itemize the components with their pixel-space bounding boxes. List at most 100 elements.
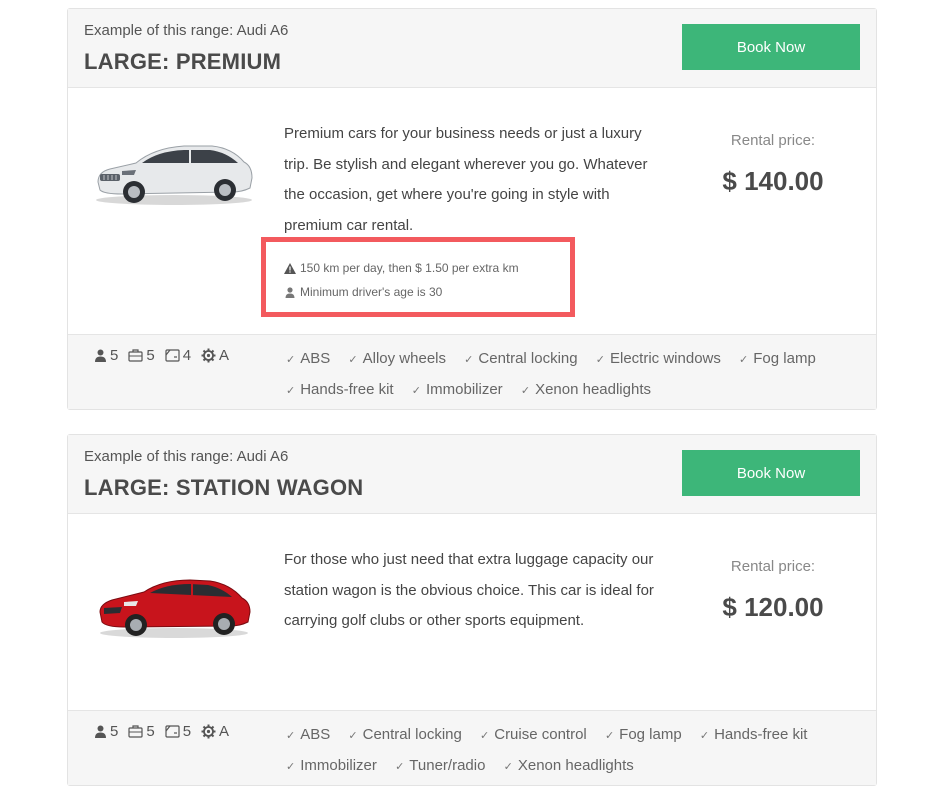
feature-label: Xenon headlights	[535, 381, 651, 398]
check-icon: ✓	[595, 354, 605, 366]
car-class-title: LARGE: STATION WAGON	[84, 475, 364, 500]
feature-label: Xenon headlights	[517, 757, 634, 774]
check-icon: ✓	[699, 730, 710, 742]
feature-label: Immobilizer	[300, 757, 377, 774]
luggage-count: 5	[146, 347, 155, 364]
feature-label: Tuner/radio	[409, 757, 486, 774]
card-header: Example of this range: Audi A6 LARGE: ST…	[68, 435, 876, 514]
car-image	[99, 579, 251, 638]
rental-notes: 150 km per day, then $ 1.50 per extra km…	[284, 256, 519, 304]
check-icon: ✓	[348, 730, 358, 742]
warning-icon	[284, 262, 296, 274]
doors-spec: 4	[165, 347, 191, 364]
feature-label: ABS	[300, 726, 331, 743]
car-specs: 5 5 5 A	[94, 723, 239, 740]
feature-label: Central locking	[362, 726, 462, 743]
mileage-note: 150 km per day, then $ 1.50 per extra km	[284, 256, 519, 280]
check-icon: ✓	[286, 730, 296, 742]
feature-label: ABS	[300, 350, 331, 367]
book-now-button[interactable]: Book Now	[682, 24, 860, 70]
suitcase-icon	[128, 725, 143, 738]
doors-count: 4	[182, 347, 192, 364]
book-now-button[interactable]: Book Now	[682, 450, 860, 496]
feature-list: ✓ ABS ✓ Alloy wheels ✓ Central locking ✓ Ele…	[286, 344, 866, 406]
car-listing-card: Example of this range: Audi A6 LARGE: PR…	[67, 8, 877, 410]
luggage-spec: 5	[128, 723, 155, 740]
feature-item: ✓ Tuner/radio	[395, 751, 485, 782]
card-footer: 5 5 5 A ✓ ABS ✓ Central locking ✓ Cruise…	[68, 711, 876, 785]
check-icon: ✓	[348, 354, 358, 366]
doors-count: 5	[182, 723, 192, 740]
passengers-spec: 5	[94, 723, 118, 740]
car-description: Premium cars for your business needs or …	[284, 125, 648, 234]
passenger-icon	[95, 349, 106, 362]
feature-item: ✓ Hands-free kit	[286, 375, 394, 406]
age-note: Minimum driver's age is 30	[284, 280, 519, 304]
feature-item: ✓ Hands-free kit	[700, 720, 808, 751]
feature-item: ✓ Electric windows	[596, 344, 721, 375]
car-description: For those who just need that extra lugga…	[284, 551, 654, 629]
feature-item: ✓ Xenon headlights	[521, 375, 651, 406]
mileage-note-text: 150 km per day, then $ 1.50 per extra km	[300, 261, 519, 275]
check-icon: ✓	[286, 385, 296, 397]
card-footer: 5 5 4 A ✓ ABS ✓ Alloy wheels ✓ Central l…	[68, 335, 876, 409]
door-icon	[165, 725, 180, 738]
age-note-text: Minimum driver's age is 30	[300, 285, 443, 299]
feature-item: ✓ Alloy wheels	[348, 344, 446, 375]
feature-label: Hands-free kit	[300, 381, 394, 398]
car-specs: 5 5 4 A	[94, 347, 239, 364]
gear-icon	[201, 348, 216, 363]
feature-label: Electric windows	[610, 350, 721, 367]
feature-item: ✓ Fog lamp	[605, 720, 682, 751]
gear-icon	[201, 724, 216, 739]
check-icon: ✓	[395, 761, 405, 773]
card-header: Example of this range: Audi A6 LARGE: PR…	[68, 9, 876, 88]
passengers-spec: 5	[94, 347, 118, 364]
door-icon	[165, 349, 180, 362]
check-icon: ✓	[503, 761, 513, 773]
check-icon: ✓	[480, 730, 490, 742]
car-image	[96, 145, 253, 205]
rental-price-label: Rental price:	[730, 132, 816, 149]
card-body: For those who just need that extra lugga…	[68, 514, 876, 711]
feature-item: ✓ Immobilizer	[412, 375, 503, 406]
feature-item: ✓ ABS	[286, 720, 330, 751]
feature-item: ✓ Central locking	[464, 344, 577, 375]
feature-label: Immobilizer	[425, 381, 503, 398]
feature-label: Cruise control	[494, 726, 587, 743]
luggage-spec: 5	[128, 347, 155, 364]
passenger-icon	[95, 725, 106, 738]
rental-price: $ 140.00	[722, 166, 824, 196]
luggage-count: 5	[146, 723, 155, 740]
feature-label: Fog lamp	[753, 350, 816, 367]
feature-item: ✓ Immobilizer	[286, 751, 377, 782]
feature-item: ✓ Cruise control	[480, 720, 587, 751]
feature-label: Alloy wheels	[362, 350, 446, 367]
check-icon: ✓	[411, 385, 421, 397]
check-icon: ✓	[604, 730, 615, 742]
transmission-spec: A	[201, 723, 229, 740]
car-listing-card: Example of this range: Audi A6 LARGE: ST…	[67, 434, 877, 786]
check-icon: ✓	[520, 385, 531, 397]
car-class-title: LARGE: PREMIUM	[84, 49, 282, 74]
transmission-type: A	[219, 723, 230, 740]
rental-price: $ 120.00	[722, 592, 824, 622]
check-icon: ✓	[464, 354, 474, 366]
check-icon: ✓	[739, 354, 749, 366]
page: Example of this range: Audi A6 LARGE: PR…	[0, 0, 940, 788]
user-icon	[285, 286, 295, 298]
check-icon: ✓	[286, 354, 296, 366]
rental-price-label: Rental price:	[730, 558, 816, 575]
transmission-spec: A	[201, 347, 229, 364]
feature-item: ✓ Xenon headlights	[504, 751, 634, 782]
feature-item: ✓ ABS	[286, 344, 330, 375]
feature-item: ✓ Fog lamp	[739, 344, 816, 375]
feature-item: ✓ Central locking	[348, 720, 461, 751]
card-body: Premium cars for your business needs or …	[68, 88, 876, 335]
feature-list: ✓ ABS ✓ Central locking ✓ Cruise control ✓ F…	[286, 720, 866, 782]
passengers-count: 5	[110, 723, 119, 740]
transmission-type: A	[219, 347, 230, 364]
suitcase-icon	[128, 349, 143, 362]
check-icon: ✓	[286, 761, 296, 773]
example-model: Example of this range: Audi A6	[84, 448, 289, 465]
